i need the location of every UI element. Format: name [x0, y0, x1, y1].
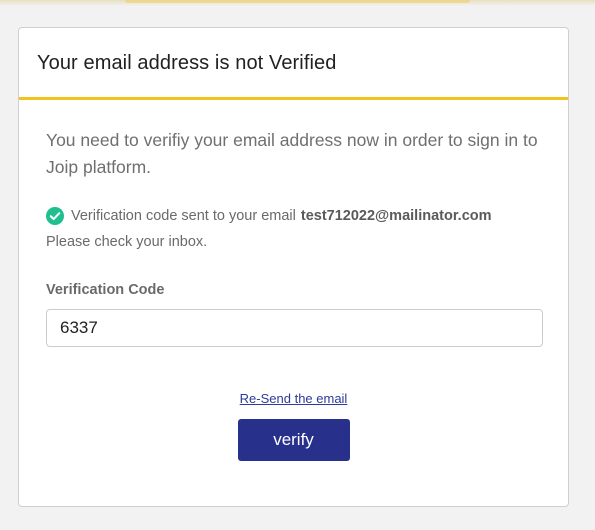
card-header: Your email address is not Verified	[19, 28, 568, 100]
card-title: Your email address is not Verified	[37, 52, 337, 74]
check-circle-icon	[46, 207, 64, 225]
resend-email-link[interactable]: Re-Send the email	[240, 391, 348, 406]
verify-button[interactable]: verify	[237, 419, 350, 461]
actions: Re-Send the email verify	[46, 390, 541, 461]
notice-email: test712022@mailinator.com	[300, 208, 492, 224]
intro-text: You need to verifiy your email address n…	[46, 130, 538, 177]
verification-code-label: Verification Code	[46, 282, 165, 298]
card-body: You need to verifiy your email address n…	[19, 127, 568, 461]
verify-button-wrap: verify	[46, 419, 541, 461]
top-accent-bar	[125, 0, 470, 3]
notice-sent-line: Verification code sent to your email tes…	[46, 205, 541, 227]
verification-card: Your email address is not Verified You n…	[18, 27, 569, 507]
notice-sent-text: Verification code sent to your email	[71, 208, 296, 224]
verification-notice: Verification code sent to your email tes…	[46, 205, 541, 251]
notice-check-inbox: Please check your inbox.	[46, 234, 208, 250]
verification-code-input[interactable]	[46, 309, 543, 347]
